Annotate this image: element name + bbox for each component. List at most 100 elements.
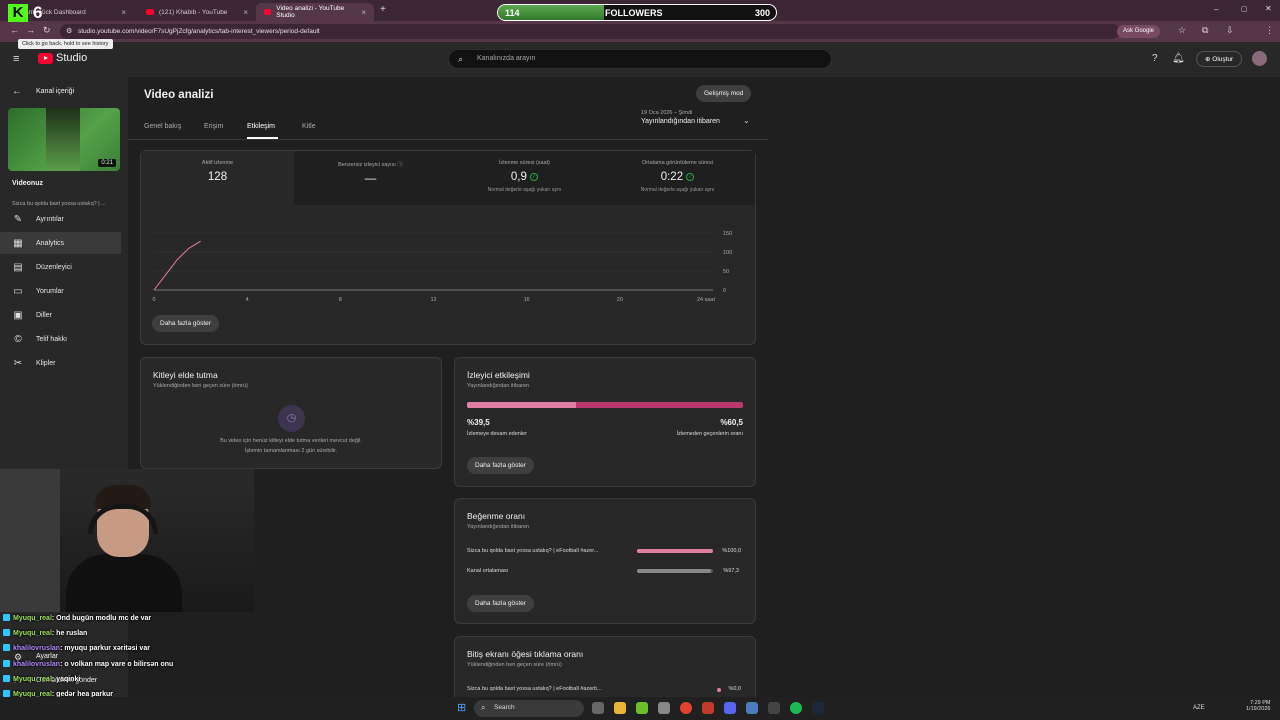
tab-reach[interactable]: Erişim: [204, 123, 223, 130]
like-bar-fill: [637, 549, 713, 553]
close-icon[interactable]: ×: [243, 8, 248, 17]
app-icon[interactable]: [746, 702, 758, 714]
steam-icon[interactable]: [812, 702, 824, 714]
editor-icon: ▤: [13, 261, 23, 273]
channel-content-link[interactable]: Kanal içeriği: [36, 88, 74, 95]
chat-message: khalilovruslan: o volkan map vare o bili…: [0, 659, 300, 675]
avatar[interactable]: [1252, 51, 1267, 66]
metric-avg-view-duration[interactable]: Ortalama görüntüleme süresi 0:22 ✓ Norma…: [601, 151, 754, 205]
clock-date: 1/19/2026: [1246, 706, 1271, 712]
nvidia-icon[interactable]: [636, 702, 648, 714]
task-view-icon[interactable]: [592, 702, 604, 714]
show-more-button[interactable]: Daha fazla göster: [152, 315, 219, 332]
clock-icon: ◷: [278, 405, 305, 432]
sidebar-item-details[interactable]: ✎ Ayrıntılar: [0, 208, 121, 230]
tab-youtube-studio[interactable]: Video analizi - YouTube Studio ×: [256, 3, 374, 21]
pencil-icon: ✎: [13, 213, 23, 225]
notifications-bell-icon[interactable]: 🔔︎: [1172, 53, 1185, 64]
back-arrow-icon[interactable]: ←: [12, 86, 22, 97]
sidebar-item-editor[interactable]: ▤ Düzenleyici: [0, 256, 121, 278]
sidebar-item-languages[interactable]: ▣ Diller: [0, 304, 121, 326]
sidebar-item-label: Telif hakkı: [36, 335, 68, 343]
chat-text: : o volkan map vare o bilirsən onu: [60, 660, 174, 668]
close-window-icon[interactable]: ✕: [1265, 4, 1272, 13]
forward-arrow-icon[interactable]: →: [26, 25, 35, 35]
period-label: Yayınlandığından itibaren: [641, 118, 720, 125]
like-row-label: Kanal ortalaması: [467, 568, 509, 574]
download-icon[interactable]: ⇩: [1226, 25, 1234, 36]
youtube-favicon-icon: [264, 9, 272, 15]
url-field[interactable]: ⚙ studio.youtube.com/video/F7sUgPjZcfg/a…: [60, 24, 1120, 39]
tab-youtube-khabib[interactable]: (121) Khabib - YouTube ×: [138, 3, 256, 21]
hamburger-menu-icon[interactable]: ≡: [13, 53, 19, 65]
site-info-icon[interactable]: ⚙: [66, 27, 72, 35]
like-bar-fill: [637, 569, 711, 573]
sidebar-item-comments[interactable]: ▭ Yorumlar: [0, 280, 121, 302]
video-thumbnail[interactable]: 0:21: [8, 108, 120, 171]
like-bar: [637, 569, 713, 573]
tab-audience[interactable]: Kitle: [302, 123, 316, 130]
close-icon[interactable]: ×: [121, 8, 126, 17]
spotify-icon[interactable]: [790, 702, 802, 714]
back-arrow-icon[interactable]: ←: [10, 25, 19, 35]
app-icon[interactable]: [768, 702, 780, 714]
chat-username[interactable]: Myuqu_real: [13, 676, 52, 683]
sidebar-item-label: Düzenleyici: [36, 263, 72, 271]
bookmark-star-icon[interactable]: ☆: [1178, 25, 1186, 36]
metric-active-views[interactable]: Aktif izlenme 128: [141, 151, 294, 205]
channel-search-input[interactable]: ⌕ Kanalınızda arayın: [448, 49, 832, 69]
sidebar-item-clips[interactable]: ✂ Klipler: [0, 352, 121, 374]
taskbar-search[interactable]: ⌕ Search: [474, 700, 584, 717]
y-tick-label: 100: [723, 250, 732, 256]
sidebar-item-analytics[interactable]: ▦ Analytics: [0, 232, 121, 254]
show-more-button[interactable]: Daha fazla göster: [467, 595, 534, 612]
chat-username[interactable]: khalilovruslan: [13, 661, 60, 668]
ask-google-button[interactable]: Ask Google: [1117, 25, 1161, 38]
subtitles-icon: ▣: [13, 309, 23, 321]
new-tab-icon[interactable]: +: [380, 4, 386, 15]
chat-username[interactable]: Myuqu_real: [13, 615, 52, 622]
menu-dots-icon[interactable]: ⋮: [1265, 25, 1274, 36]
app-icon[interactable]: [702, 702, 714, 714]
chrome-icon[interactable]: [680, 702, 692, 714]
help-icon[interactable]: ?: [1152, 53, 1158, 64]
app-icon[interactable]: [658, 702, 670, 714]
extensions-icon[interactable]: ⧉: [1202, 25, 1208, 36]
advanced-mode-button[interactable]: Gelişmiş mod: [696, 85, 752, 102]
windows-start-icon[interactable]: ⊞: [457, 701, 466, 714]
chat-badge-icon: [3, 659, 10, 667]
followers-label: FOLLOWERS: [605, 8, 663, 18]
views-line-chart: 150 100 50 0 0 4 8 12 16 20 24 saat: [152, 231, 732, 303]
tab-overview[interactable]: Genel bakış: [144, 123, 181, 130]
show-more-button[interactable]: Daha fazla göster: [467, 457, 534, 474]
thumbnail-frame: [46, 108, 80, 171]
chat-username[interactable]: khalilovruslan: [13, 645, 60, 652]
maximize-icon[interactable]: ▢: [1241, 5, 1248, 13]
metric-value: 0,9: [510, 171, 527, 183]
metric-label: Aktif izlenme: [201, 160, 234, 166]
url-text: studio.youtube.com/video/F7sUgPjZcfg/ana…: [78, 28, 320, 35]
period-selector[interactable]: 19 Oca 2026 – Şimdi Yayınlandığından iti…: [641, 110, 720, 125]
create-button[interactable]: ⊕ Oluştur: [1196, 51, 1243, 67]
sidebar-item-copyright[interactable]: © Telif hakkı: [0, 328, 121, 350]
chevron-down-icon[interactable]: ⌄: [743, 116, 750, 125]
tab-engagement[interactable]: Etkileşim: [247, 123, 275, 130]
taskbar-clock[interactable]: 7:29 PM 1/19/2026: [1246, 700, 1270, 712]
followers-goal: 300: [754, 8, 770, 18]
views-series-line: [153, 240, 201, 291]
streamer-body: [66, 554, 182, 612]
y-tick-label: 50: [723, 269, 729, 275]
minimize-icon[interactable]: –: [1214, 5, 1218, 14]
copyright-icon: ©: [14, 333, 22, 345]
chat-username[interactable]: Myuqu_real: [13, 630, 52, 637]
close-icon[interactable]: ×: [361, 8, 366, 17]
studio-logo[interactable]: Studio: [38, 52, 87, 64]
discord-icon[interactable]: [724, 702, 736, 714]
keyboard-language[interactable]: AZE: [1193, 705, 1205, 711]
file-explorer-icon[interactable]: [614, 702, 626, 714]
comments-icon: ▭: [13, 285, 23, 297]
metric-unique-viewers[interactable]: Benzersiz izleyici sayısı ⓘ —: [294, 151, 447, 205]
metric-watch-time[interactable]: İzlenme süresi (saat) 0,9 ✓ Normal değer…: [448, 151, 601, 205]
reload-icon[interactable]: ↻: [43, 25, 51, 36]
x-tick-label: 20: [617, 297, 623, 303]
